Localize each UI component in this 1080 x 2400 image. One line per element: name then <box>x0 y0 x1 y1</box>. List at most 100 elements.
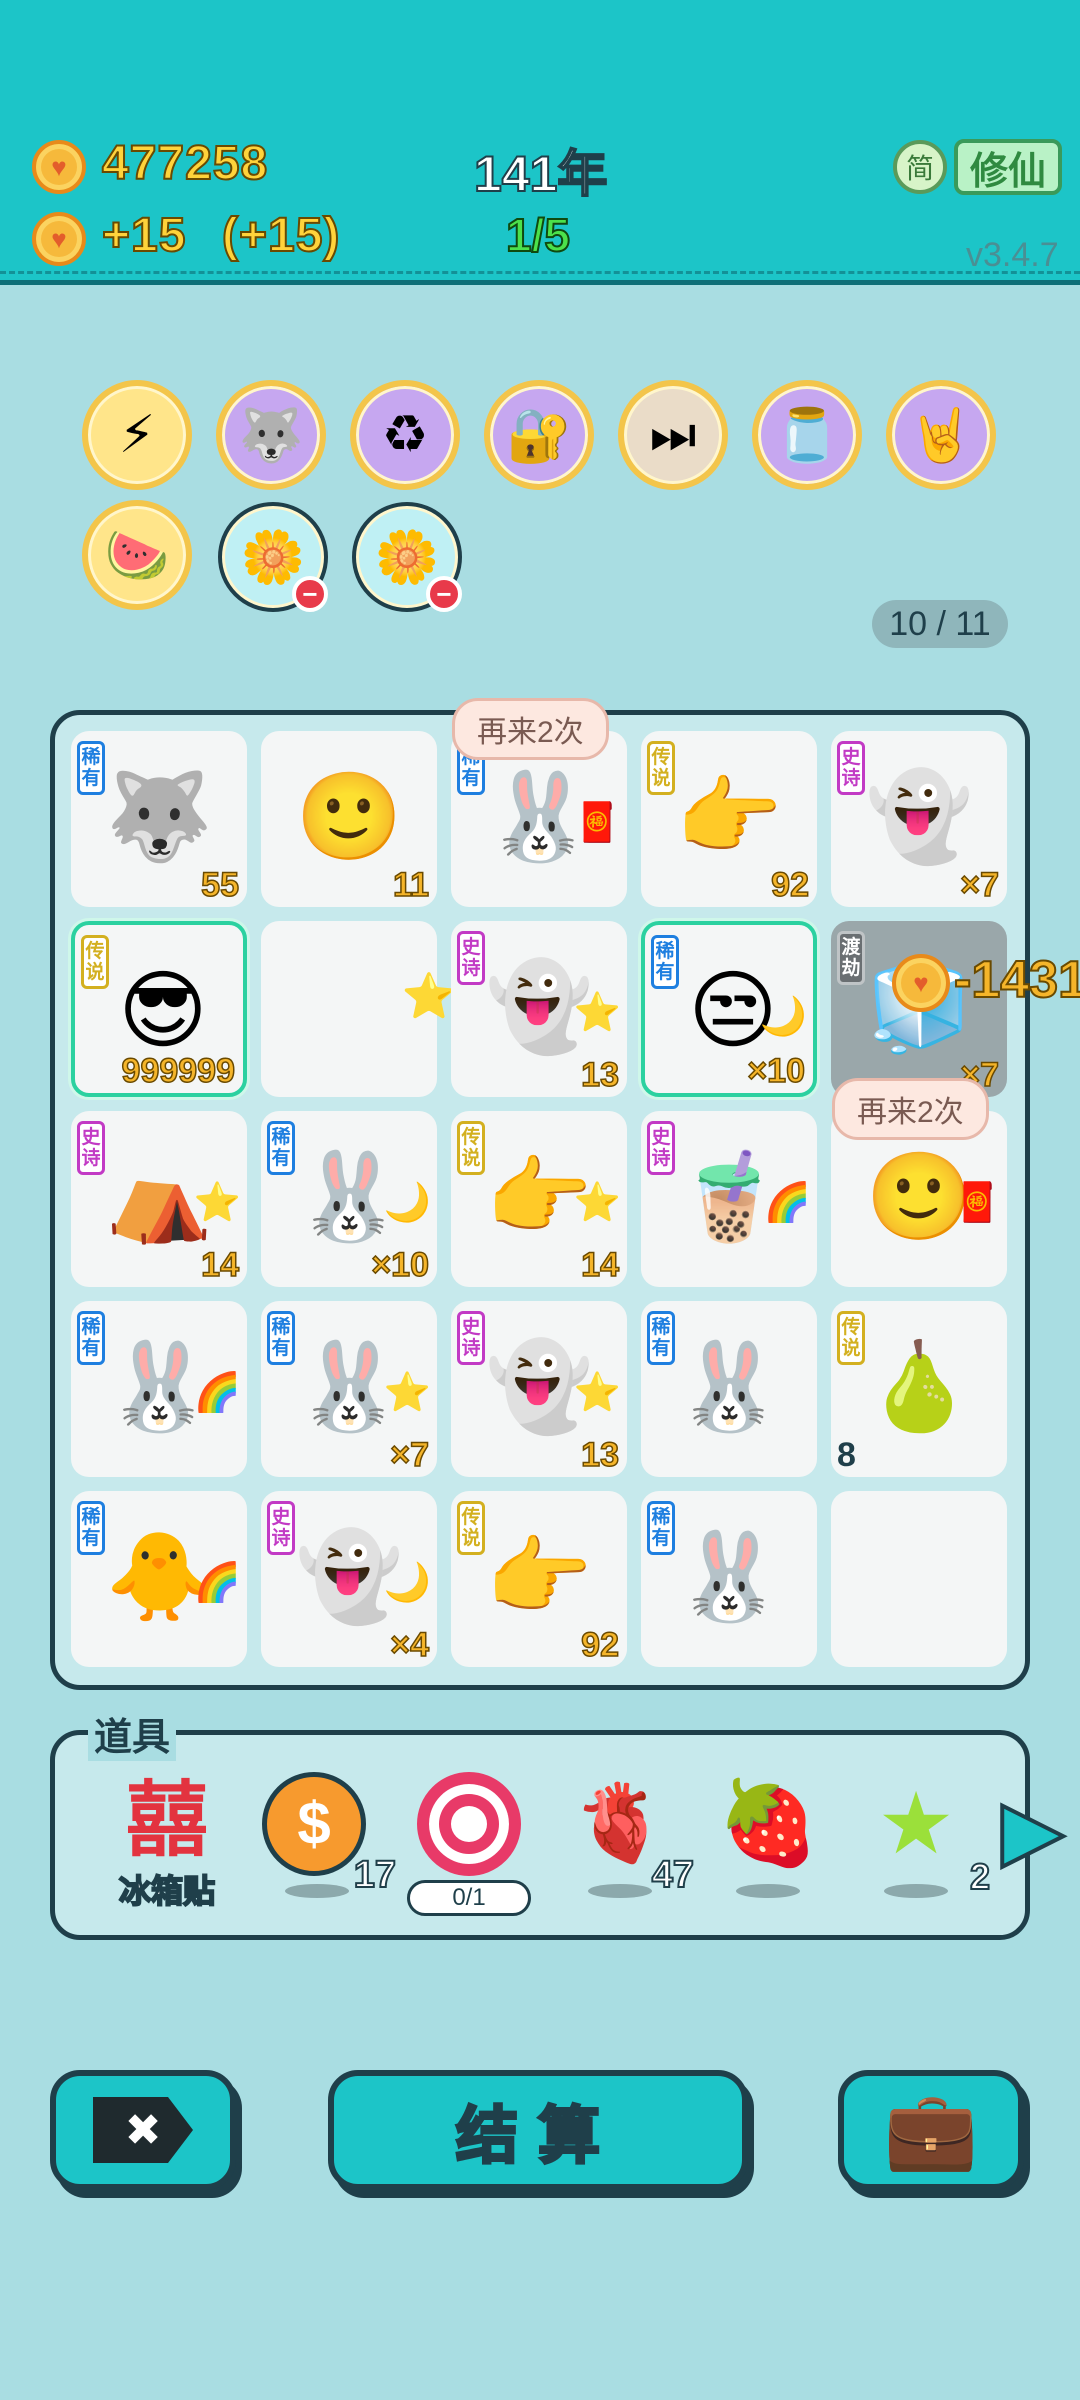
board-cell[interactable]: 稀有 🐰 🌈 <box>71 1301 247 1477</box>
item-count: ×7 <box>389 1435 429 1475</box>
bonus-badge-icon: 🌈 <box>193 1562 241 1604</box>
round-counter: 1/5 <box>505 208 571 262</box>
bonus-badge-icon: 🧧 <box>573 802 621 844</box>
close-button[interactable]: ✖ <box>50 2070 236 2190</box>
board-cell[interactable]: ⭐ <box>261 921 456 1097</box>
board-cell[interactable]: 稀有 😒 🌙 ×10 <box>641 921 817 1097</box>
remove-icon[interactable]: − <box>292 576 328 612</box>
language-button[interactable]: 简 <box>893 140 947 194</box>
bag-button[interactable]: 💼 <box>838 2070 1024 2190</box>
lightning-icon[interactable]: ⚡ <box>82 380 192 490</box>
board-cell[interactable]: 稀有 🐥 🌈 <box>71 1491 247 1667</box>
item-count: 92 <box>770 865 809 905</box>
board-cell[interactable]: 史诗 ⛺ ⭐ 14 <box>71 1111 247 1287</box>
coin-icon: ♥ <box>32 140 86 194</box>
briefcase-icon: 💼 <box>883 2088 979 2173</box>
bonus-badge-icon: ⭐ <box>383 1372 431 1414</box>
board-cell[interactable]: 传说 👉 92 <box>641 731 817 907</box>
bonus-badge-icon: 🌈 <box>763 1182 811 1224</box>
board-cell[interactable]: 🙂 11 <box>261 731 437 907</box>
income-coin-icon: ♥ <box>32 212 86 266</box>
bonus-badge-icon: 🌙 <box>383 1562 431 1604</box>
board-cell[interactable]: 史诗 👻 ⭐ 13 <box>451 921 627 1097</box>
income-bonus: (+15) <box>221 208 341 263</box>
item-board: 稀有🐺55🙂11稀有🐰🧧传说👉92史诗👻×7传说😎999999⭐史诗👻⭐13稀有… <box>50 710 1030 1690</box>
mode-button[interactable]: 修仙 <box>954 139 1062 195</box>
item-icon: 🙂 <box>295 769 403 865</box>
board-cell[interactable]: 传说 👉 ⭐ 14 <box>451 1111 627 1287</box>
income-value: +15 <box>101 208 187 263</box>
item-count: 999999 <box>121 1051 236 1091</box>
item-count: 14 <box>200 1245 239 1285</box>
safe-icon[interactable]: 🔐 <box>484 380 594 490</box>
bonus-badge-icon: 🌙 <box>383 1182 431 1224</box>
item-count: ×10 <box>371 1245 430 1285</box>
board-cell[interactable]: 稀有 🐰 ⭐ ×7 <box>261 1301 437 1477</box>
bonus-badge-icon: ⭐ <box>573 1182 621 1224</box>
item-icon: 👉 <box>485 1529 593 1625</box>
year-label: 141年 <box>473 145 608 203</box>
fridge-sticker-prop[interactable]: 囍 冰箱贴 <box>112 1776 222 1912</box>
board-cell[interactable]: 传说 👉 92 <box>451 1491 627 1667</box>
board-cell[interactable]: 传说 🍐 8 <box>831 1301 1007 1477</box>
flower-pot-icon[interactable]: 🌼 − <box>352 502 462 612</box>
star-icon: ★ <box>877 1776 955 1872</box>
bonus-badge-icon: ⭐ <box>193 1182 241 1224</box>
item-count: 92 <box>580 1625 619 1665</box>
target-progress: 0/1 <box>407 1880 531 1916</box>
item-count: ×4 <box>389 1625 429 1665</box>
item-icon: 🍐 <box>865 1339 973 1435</box>
board-cell[interactable]: 稀有 🐺 55 <box>71 731 247 907</box>
coin-prop[interactable]: $ 17 <box>262 1772 397 1912</box>
board-cell[interactable] <box>831 1491 1007 1667</box>
coin-total: 477258 <box>101 136 269 191</box>
jar-icon[interactable]: 🫙 <box>752 380 862 490</box>
bonus-bubble: 再来2次 <box>832 1078 989 1140</box>
star-prop[interactable]: ★ 2 <box>856 1772 991 1912</box>
board-cell[interactable]: 史诗 👻 ⭐ 13 <box>451 1301 627 1477</box>
star-count: 2 <box>969 1855 991 1898</box>
board-cell[interactable]: 史诗 👻 🌙 ×4 <box>261 1491 437 1667</box>
penalty-coin-icon: ♥ <box>892 954 950 1012</box>
board-cell[interactable]: 稀有 🐰 🌙 ×10 <box>261 1111 437 1287</box>
next-arrow-icon[interactable]: ▶ <box>1000 1788 1066 1872</box>
liver-prop[interactable]: 🫀 47 <box>560 1772 695 1912</box>
recycle-icon[interactable]: ♻ <box>350 380 460 490</box>
close-icon: ✖ <box>93 2097 193 2163</box>
item-icon: 👻 <box>865 769 973 865</box>
item-count: 13 <box>580 1055 619 1095</box>
item-icon: 🐺 <box>105 769 213 865</box>
strawberry-prop[interactable]: 🍓 <box>708 1772 828 1912</box>
husky-icon[interactable]: 🐺 <box>216 380 326 490</box>
item-count: 8 <box>837 1436 856 1474</box>
target-prop[interactable]: 1 0/1 <box>404 1772 534 1916</box>
rock-hand-icon[interactable]: 🤘 <box>886 380 996 490</box>
skip-icon[interactable]: ⏭ <box>618 380 728 490</box>
props-title: 道具 <box>88 1706 177 1761</box>
fruit-bowl-icon[interactable]: 🍉 <box>82 500 192 610</box>
remove-icon[interactable]: − <box>426 576 462 612</box>
fridge-sticker-label: 冰箱贴 <box>118 1872 216 1910</box>
item-icon: 🐰 <box>675 1339 783 1435</box>
board-cell[interactable]: 稀有 🐰 <box>641 1301 817 1477</box>
flower-pot-icon[interactable]: 🌼 − <box>218 502 328 612</box>
item-count: 14 <box>580 1245 619 1285</box>
board-cell[interactable]: 稀有 🐰 <box>641 1491 817 1667</box>
bonus-bubble: 再来2次 <box>452 698 609 760</box>
bonus-badge-icon: 🧧 <box>953 1182 1001 1224</box>
bonus-badge-icon: 🌙 <box>759 996 807 1038</box>
board-cell[interactable]: 传说 😎 999999 <box>71 921 247 1097</box>
coin-prop-count: 17 <box>353 1853 397 1897</box>
board-cell[interactable]: 史诗 🧋 🌈 <box>641 1111 817 1287</box>
page-indicator: 10 / 11 <box>872 600 1008 648</box>
bonus-badge-icon: ⭐ <box>573 992 621 1034</box>
bonus-badge-icon: ⭐ <box>573 1372 621 1414</box>
settle-button[interactable]: 结算 <box>328 2070 748 2190</box>
liver-count: 47 <box>651 1853 695 1897</box>
board-cell[interactable]: 史诗 👻 ×7 <box>831 731 1007 907</box>
bonus-badge-icon: 🌈 <box>193 1372 241 1414</box>
penalty-value: -1431 <box>954 950 1080 1010</box>
item-icon: 👉 <box>675 769 783 865</box>
item-count: 13 <box>580 1435 619 1475</box>
item-count: 55 <box>200 865 239 905</box>
